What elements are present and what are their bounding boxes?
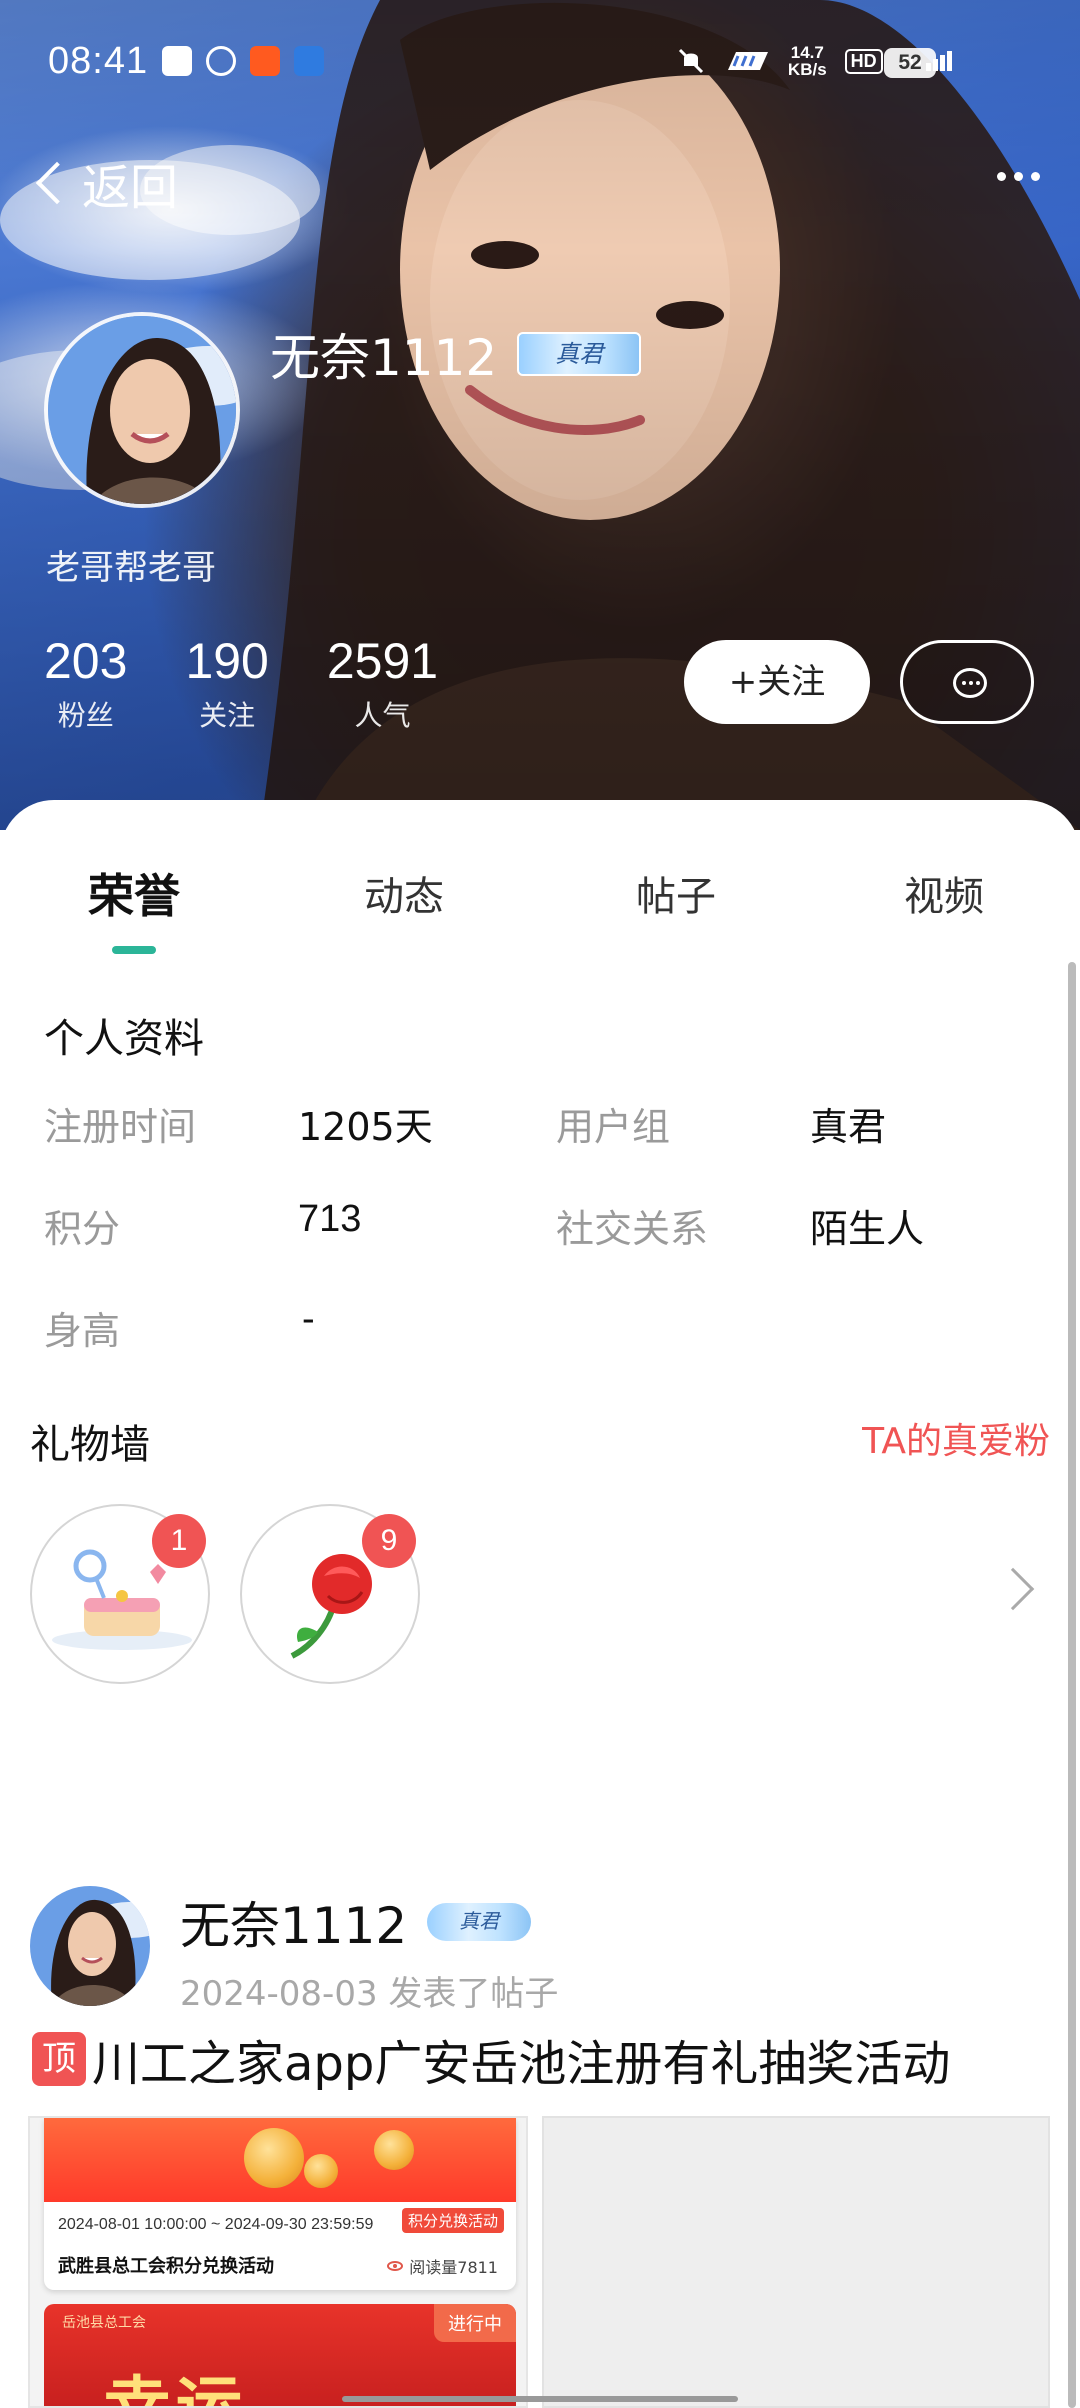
coin-graphic: [244, 2128, 304, 2188]
stat-fans[interactable]: 203 粉丝: [44, 634, 127, 734]
info-label-user-group: 用户组: [556, 1105, 671, 1149]
more-dot: [1031, 172, 1040, 181]
stat-value: 203: [44, 633, 128, 689]
eye-icon: [387, 2261, 404, 2271]
avatar[interactable]: [44, 312, 240, 508]
coin-graphic: [374, 2130, 414, 2170]
post-title-text: 川工之家app广安岳池注册有礼抽奖活动: [92, 2036, 951, 2092]
more-dots-icon: [997, 172, 1006, 181]
gift-cake[interactable]: 1: [30, 1504, 210, 1684]
post-author-name[interactable]: 无奈1112: [180, 1886, 407, 1958]
event-card-tag: 积分兑换活动: [401, 2208, 504, 2233]
chat-bubble-icon: [953, 668, 987, 698]
event-card-reads: 阅读量7811: [387, 2254, 498, 2278]
event-card-name: 武胜县总工会积分兑换活动: [58, 2256, 274, 2277]
avatar-image: [48, 316, 236, 504]
post-image-1[interactable]: 积分兑换活动 2024-08-01 10:00:00 ~ 2024-09-30 …: [28, 2116, 528, 2408]
battery-icon: 52: [884, 48, 936, 78]
rank-badge: 真君: [427, 1903, 532, 1941]
info-value-height: -: [302, 1298, 315, 1340]
status-bar: 08:41 14.7 KB/s HD 4G 52: [0, 0, 1080, 128]
post-title[interactable]: 顶 川工之家app广安岳池注册有礼抽奖活动: [32, 2024, 950, 2094]
gift-count-badge: 1: [152, 1514, 206, 1568]
personal-info-title: 个人资料: [44, 1016, 204, 1062]
event-card-date: 2024-08-01 10:00:00 ~ 2024-09-30 23:59:5…: [58, 2216, 374, 2233]
tab-posts[interactable]: 帖子: [636, 864, 716, 922]
profile-header-background: 08:41 14.7 KB/s HD 4G 52: [0, 0, 1080, 830]
post-author-avatar[interactable]: [30, 1886, 150, 2006]
back-label: 返回: [82, 160, 179, 216]
coin-graphic: [304, 2154, 338, 2188]
message-button[interactable]: [900, 640, 1034, 724]
event-card-2: 岳池县总工会 进行中 幸运: [44, 2304, 516, 2408]
profile-stats: 203 粉丝 190 关注 2591 人气: [44, 634, 438, 734]
back-chevron-icon: [35, 161, 79, 205]
stat-following[interactable]: 190 关注: [185, 634, 268, 734]
swirl-app-icon: [206, 46, 236, 76]
back-button[interactable]: 返回: [28, 148, 178, 218]
stat-label: 粉丝: [57, 699, 114, 732]
network-speed-value: 14.7: [790, 43, 824, 62]
read-count: 阅读量7811: [409, 2258, 498, 2277]
mute-icon: [678, 48, 703, 74]
stat-value: 2591: [326, 633, 439, 689]
stat-label: 关注: [199, 699, 256, 732]
tab-videos[interactable]: 视频: [904, 864, 984, 922]
post-author: 无奈1112 真君: [180, 1886, 532, 1958]
network-speed-unit: KB/s: [787, 60, 827, 79]
stat-label: 人气: [354, 699, 411, 732]
info-label-register-time: 注册时间: [44, 1105, 197, 1149]
gift-rose[interactable]: 9: [240, 1504, 420, 1684]
tab-active-indicator: [112, 946, 156, 954]
info-label-height: 身高: [44, 1309, 121, 1353]
info-value-relationship: 陌生人: [810, 1207, 925, 1251]
notification-icons: [162, 46, 324, 76]
profile-tabs: 荣誉 动态 帖子 视频: [0, 860, 1080, 950]
event-banner-text: 幸运: [104, 2369, 248, 2408]
pinned-tag: 顶: [32, 2032, 86, 2086]
event-card: 积分兑换活动 2024-08-01 10:00:00 ~ 2024-09-30 …: [44, 2118, 516, 2290]
profile-username: 无奈1112 真君: [270, 318, 642, 390]
post-meta: 2024-08-03 发表了帖子: [180, 1974, 559, 2014]
event-card-banner: [44, 2118, 516, 2202]
event-card-org: 岳池县总工会: [62, 2315, 146, 2331]
stat-popularity: 2591 人气: [327, 634, 438, 734]
info-value-points: 713: [298, 1198, 362, 1240]
gift-count-badge: 9: [362, 1514, 416, 1568]
home-indicator[interactable]: [342, 2396, 738, 2402]
network-speed: 14.7 KB/s: [788, 44, 827, 78]
profile-signature: 老哥帮老哥: [46, 548, 216, 588]
tab-honor[interactable]: 荣誉: [88, 860, 180, 926]
post-image-2[interactable]: [542, 2116, 1050, 2408]
scrollbar[interactable]: [1068, 962, 1076, 2408]
status-time: 08:41: [48, 40, 149, 82]
tab-activity[interactable]: 动态: [364, 864, 444, 922]
rank-badge: 真君: [517, 332, 642, 376]
event-status-badge: 进行中: [434, 2304, 516, 2342]
more-options-button[interactable]: [997, 172, 1040, 181]
stat-value: 190: [185, 633, 269, 689]
hd-indicator: HD: [844, 48, 883, 74]
more-dot: [1014, 172, 1023, 181]
taobao-app-icon: [250, 46, 280, 76]
follow-button[interactable]: +关注: [684, 640, 870, 724]
bird-app-icon: [294, 46, 324, 76]
info-value-register-time: 1205天: [298, 1105, 433, 1149]
info-value-user-group: 真君: [810, 1105, 887, 1149]
true-fans-link[interactable]: TA的真爱粉: [862, 1412, 1050, 1464]
signal-brand-icon: [727, 52, 768, 70]
info-label-relationship: 社交关系: [556, 1207, 709, 1251]
gift-wall-title: 礼物墙: [30, 1422, 150, 1468]
avatar-image: [30, 1886, 150, 2006]
square-app-icon: [162, 46, 192, 76]
info-label-points: 积分: [44, 1207, 121, 1251]
username-text: 无奈1112: [270, 329, 498, 387]
